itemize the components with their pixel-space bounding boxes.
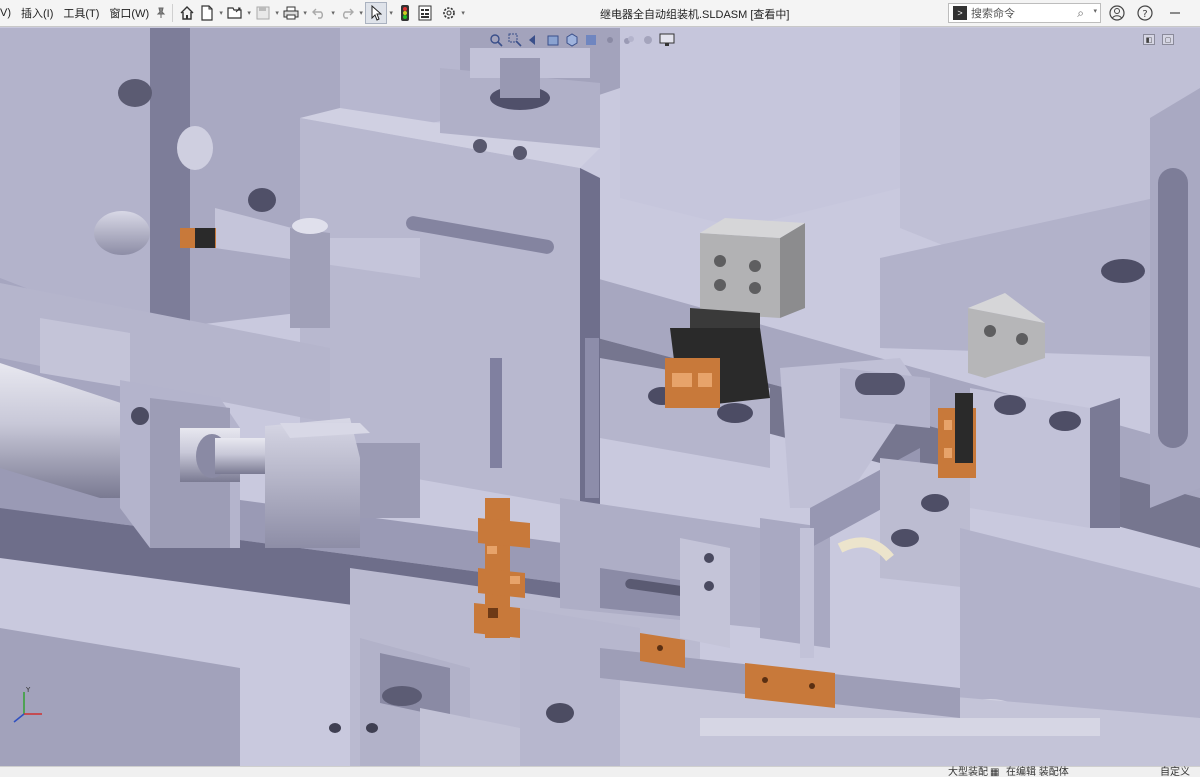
- status-units-icon[interactable]: ▦: [990, 767, 999, 777]
- print-icon[interactable]: [281, 2, 301, 24]
- svg-text:?: ?: [1142, 9, 1147, 20]
- zoom-to-area-icon[interactable]: [507, 33, 523, 47]
- menu-view[interactable]: V): [0, 0, 16, 27]
- viewport-maximize-icon[interactable]: ▢: [1162, 34, 1174, 45]
- heads-up-view-toolbar: [488, 32, 675, 48]
- new-document-dropdown-icon[interactable]: ▾: [217, 2, 225, 24]
- select-pointer-icon[interactable]: [365, 2, 388, 24]
- save-icon[interactable]: [253, 2, 273, 24]
- search-placeholder: 搜索命令: [971, 8, 1015, 20]
- hide-show-items-icon[interactable]: [602, 33, 618, 47]
- help-icon[interactable]: ?: [1136, 4, 1154, 22]
- home-icon[interactable]: [177, 2, 197, 24]
- undo-icon[interactable]: [309, 2, 329, 24]
- zoom-to-fit-icon[interactable]: [488, 33, 504, 47]
- open-folder-icon[interactable]: [225, 2, 245, 24]
- view-orientation-icon[interactable]: [564, 33, 580, 47]
- menu-tools[interactable]: 工具(T): [58, 0, 104, 27]
- undo-dropdown-icon[interactable]: ▾: [329, 2, 337, 24]
- options-dropdown-icon[interactable]: ▾: [459, 2, 467, 24]
- pin-menu-icon[interactable]: [154, 0, 168, 27]
- window-title: 继电器全自动组装机.SLDASM [查看中]: [600, 8, 790, 21]
- viewport-split-icon[interactable]: ◧: [1143, 34, 1155, 45]
- search-commands[interactable]: > 搜索命令 ⌕ ▾: [948, 3, 1101, 23]
- status-large-assembly: 大型装配: [948, 767, 988, 777]
- redo-dropdown-icon[interactable]: ▾: [357, 2, 365, 24]
- graphics-viewport[interactable]: ◧ ▢ Y: [0, 28, 1200, 766]
- command-prompt-icon: >: [953, 6, 967, 20]
- search-dropdown-icon[interactable]: ▾: [1093, 7, 1097, 15]
- apply-scene-icon[interactable]: [640, 33, 656, 47]
- status-editing: 在编辑 装配体: [1006, 767, 1069, 777]
- previous-view-icon[interactable]: [526, 33, 542, 47]
- menu-window[interactable]: 窗口(W): [104, 0, 154, 27]
- traffic-light-icon[interactable]: [395, 2, 415, 24]
- print-dropdown-icon[interactable]: ▾: [301, 2, 309, 24]
- options-gear-icon[interactable]: [439, 2, 459, 24]
- status-bar: 大型装配 ▦ 在编辑 装配体 自定义: [0, 766, 1200, 777]
- minimize-window-icon[interactable]: [1166, 4, 1184, 22]
- redo-icon[interactable]: [337, 2, 357, 24]
- new-document-icon[interactable]: [197, 2, 217, 24]
- search-icon[interactable]: ⌕: [1077, 6, 1084, 21]
- file-properties-icon[interactable]: [415, 2, 435, 24]
- solidworks-window: V) 插入(I) 工具(T) 窗口(W) ▾ ▾ ▾ ▾ ▾ ▾ ▾ ▾ 继电器…: [0, 0, 1200, 777]
- svg-text:Y: Y: [25, 686, 31, 694]
- save-dropdown-icon[interactable]: ▾: [273, 2, 281, 24]
- status-custom[interactable]: 自定义: [1160, 767, 1190, 777]
- assembly-model[interactable]: [0, 28, 1200, 766]
- open-dropdown-icon[interactable]: ▾: [245, 2, 253, 24]
- menu-insert[interactable]: 插入(I): [16, 0, 58, 27]
- edit-appearance-icon[interactable]: [621, 33, 637, 47]
- top-bar: V) 插入(I) 工具(T) 窗口(W) ▾ ▾ ▾ ▾ ▾ ▾ ▾ ▾ 继电器…: [0, 0, 1200, 27]
- display-style-icon[interactable]: [583, 33, 599, 47]
- account-user-icon[interactable]: [1108, 4, 1126, 22]
- coordinate-triad-icon: Y: [13, 686, 42, 723]
- select-dropdown-icon[interactable]: ▾: [387, 2, 395, 24]
- section-view-icon[interactable]: [545, 33, 561, 47]
- toolbar-separator: [172, 4, 174, 22]
- view-settings-icon[interactable]: [659, 33, 675, 47]
